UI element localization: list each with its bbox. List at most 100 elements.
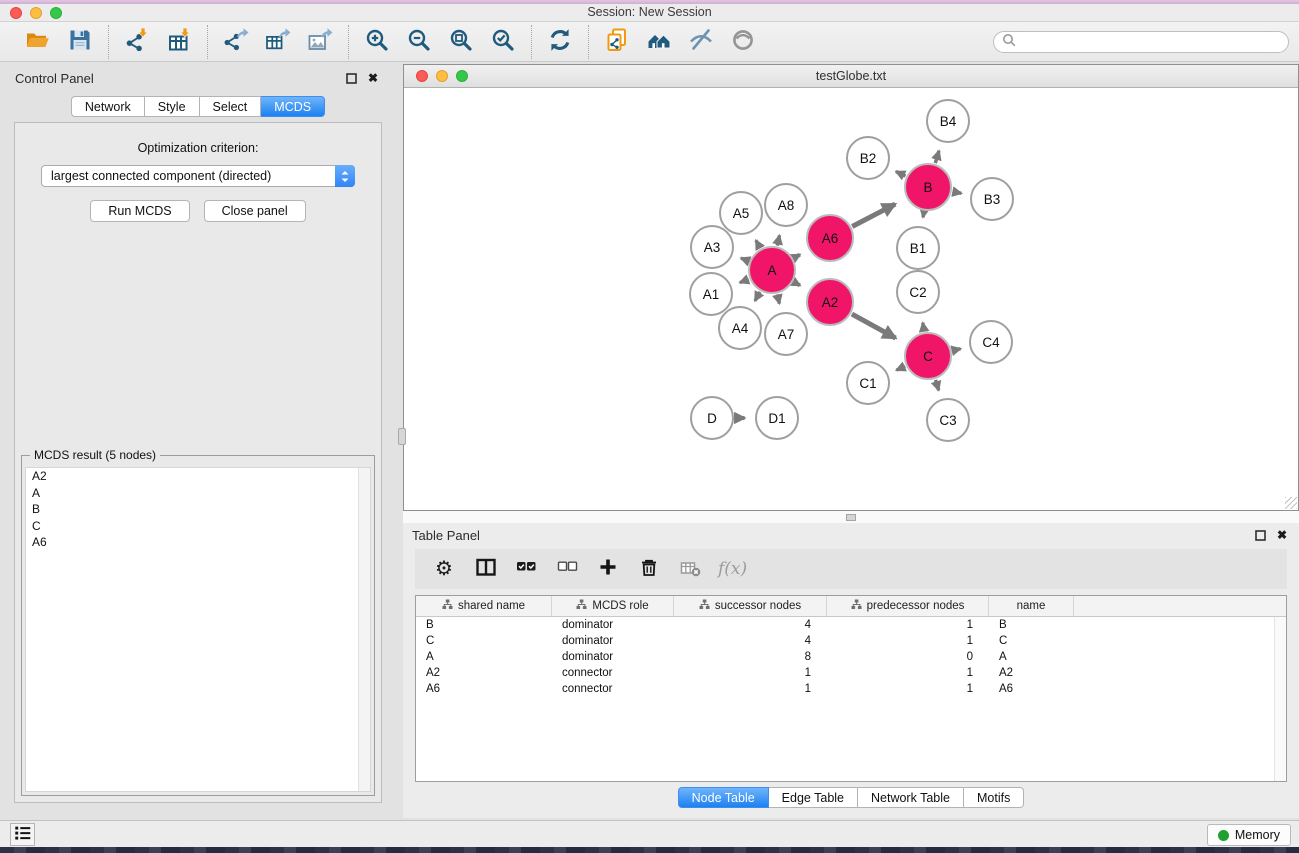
- graph-node-d[interactable]: D: [690, 396, 734, 440]
- import-network-icon: [124, 27, 150, 56]
- table-row[interactable]: A2connector11A2: [416, 665, 1286, 681]
- network-canvas[interactable]: B4B2BB3A8A5A6A3B1AC2A1A2A4A7C4CC1C3DD1: [404, 88, 1298, 510]
- graph-node-c3[interactable]: C3: [926, 398, 970, 442]
- graph-node-b2[interactable]: B2: [846, 136, 890, 180]
- search-field[interactable]: [993, 31, 1289, 53]
- vertical-scrollbar-thumb[interactable]: [398, 428, 406, 445]
- result-list-scrollbar[interactable]: [358, 468, 370, 791]
- task-history-button[interactable]: [10, 823, 35, 846]
- graph-node-a[interactable]: A: [748, 246, 796, 294]
- column-header-name[interactable]: name: [989, 596, 1074, 616]
- close-panel-button[interactable]: Close panel: [204, 200, 306, 222]
- graph-node-c1[interactable]: C1: [846, 361, 890, 405]
- memory-button[interactable]: Memory: [1207, 824, 1291, 846]
- mcds-result-item[interactable]: A2: [26, 468, 370, 485]
- delete-row-button[interactable]: [636, 554, 662, 584]
- tab-node-table[interactable]: Node Table: [678, 787, 769, 808]
- show-graphics-details-button[interactable]: [726, 25, 760, 59]
- graph-node-a4[interactable]: A4: [718, 306, 762, 350]
- column-header-mcds-role[interactable]: MCDS role: [552, 596, 674, 616]
- open-file-button[interactable]: [21, 25, 55, 59]
- column-header-successor-nodes[interactable]: successor nodes: [674, 596, 827, 616]
- table-row[interactable]: Cdominator41C: [416, 633, 1286, 649]
- divider-handle[interactable]: [846, 514, 856, 521]
- column-view-button[interactable]: [472, 554, 498, 584]
- duplicate-network-button[interactable]: [600, 25, 634, 59]
- resize-grip-icon[interactable]: [1285, 497, 1297, 509]
- settings-button[interactable]: ⚙: [431, 554, 457, 584]
- tab-select[interactable]: Select: [200, 96, 262, 117]
- refresh-layout-button[interactable]: [543, 25, 577, 59]
- tab-network-table[interactable]: Network Table: [858, 787, 964, 808]
- table-cell: A2: [416, 667, 552, 679]
- column-sort-tree-icon: [851, 599, 862, 613]
- add-row-button[interactable]: [595, 554, 621, 584]
- table-scrollbar[interactable]: [1274, 617, 1286, 781]
- import-network-button[interactable]: [120, 25, 154, 59]
- hide-graphics-details-button[interactable]: [684, 25, 718, 59]
- table-close-panel-icon[interactable]: ✖: [1274, 527, 1290, 543]
- export-network-button[interactable]: [219, 25, 253, 59]
- float-panel-icon[interactable]: [343, 70, 359, 86]
- graph-node-a2[interactable]: A2: [806, 278, 854, 326]
- graph-node-c2[interactable]: C2: [896, 270, 940, 314]
- toolbar-group: [208, 25, 348, 59]
- split-pane-divider[interactable]: [403, 511, 1299, 523]
- graph-node-d1[interactable]: D1: [755, 396, 799, 440]
- graph-node-b4[interactable]: B4: [926, 99, 970, 143]
- select-all-button[interactable]: [513, 554, 539, 584]
- table-float-panel-icon[interactable]: [1252, 527, 1268, 543]
- graph-node-c4[interactable]: C4: [969, 320, 1013, 364]
- graph-node-b1[interactable]: B1: [896, 226, 940, 270]
- graph-node-c[interactable]: C: [904, 332, 952, 380]
- zoom-fit-button[interactable]: [444, 25, 478, 59]
- control-panel-tabs: NetworkStyleSelectMCDS: [6, 96, 390, 117]
- table-panel-tabs: Node TableEdge TableNetwork TableMotifs: [403, 787, 1299, 808]
- save-session-button[interactable]: [63, 25, 97, 59]
- mcds-result-item[interactable]: A6: [26, 534, 370, 551]
- export-table-button[interactable]: [261, 25, 295, 59]
- table-row[interactable]: Adominator80A: [416, 649, 1286, 665]
- column-header-shared-name[interactable]: shared name: [416, 596, 552, 616]
- graph-node-a8[interactable]: A8: [764, 183, 808, 227]
- tab-style[interactable]: Style: [145, 96, 200, 117]
- column-header-predecessor-nodes[interactable]: predecessor nodes: [827, 596, 989, 616]
- add-row-icon: [598, 557, 619, 581]
- table-row[interactable]: Bdominator41B: [416, 617, 1286, 633]
- tab-mcds[interactable]: MCDS: [261, 96, 325, 117]
- column-header-label: name: [1017, 600, 1046, 612]
- table-cell: 1: [827, 667, 989, 679]
- run-mcds-button[interactable]: Run MCDS: [90, 200, 189, 222]
- memory-label: Memory: [1235, 828, 1280, 842]
- mcds-result-list[interactable]: A2ABCA6: [25, 467, 371, 792]
- mcds-result-item[interactable]: C: [26, 518, 370, 535]
- search-input[interactable]: [1021, 35, 1280, 49]
- table-cell: A: [416, 651, 552, 663]
- graph-node-a7[interactable]: A7: [764, 312, 808, 356]
- network-view-titlebar[interactable]: testGlobe.txt: [404, 65, 1298, 88]
- zoom-out-button[interactable]: [402, 25, 436, 59]
- graph-node-a5[interactable]: A5: [719, 191, 763, 235]
- close-panel-icon[interactable]: ✖: [365, 70, 381, 86]
- graph-node-b3[interactable]: B3: [970, 177, 1014, 221]
- tab-edge-table[interactable]: Edge Table: [769, 787, 858, 808]
- select-all-icon: [516, 557, 537, 581]
- session-home-button[interactable]: [642, 25, 676, 59]
- import-table-button[interactable]: [162, 25, 196, 59]
- dropdown-stepper-icon: [335, 165, 355, 187]
- tab-motifs[interactable]: Motifs: [964, 787, 1024, 808]
- export-image-button[interactable]: [303, 25, 337, 59]
- criterion-dropdown[interactable]: largest connected component (directed): [41, 165, 355, 187]
- zoom-in-button[interactable]: [360, 25, 394, 59]
- deselect-all-button[interactable]: [554, 554, 580, 584]
- graph-node-a6[interactable]: A6: [806, 214, 854, 262]
- table-row[interactable]: A6connector11A6: [416, 681, 1286, 697]
- tab-network[interactable]: Network: [71, 96, 145, 117]
- table-cell: dominator: [552, 635, 674, 647]
- zoom-selected-button[interactable]: [486, 25, 520, 59]
- mcds-result-item[interactable]: B: [26, 501, 370, 518]
- graph-node-a3[interactable]: A3: [690, 225, 734, 269]
- table-cell: 1: [827, 635, 989, 647]
- mcds-result-item[interactable]: A: [26, 485, 370, 502]
- graph-node-b[interactable]: B: [904, 163, 952, 211]
